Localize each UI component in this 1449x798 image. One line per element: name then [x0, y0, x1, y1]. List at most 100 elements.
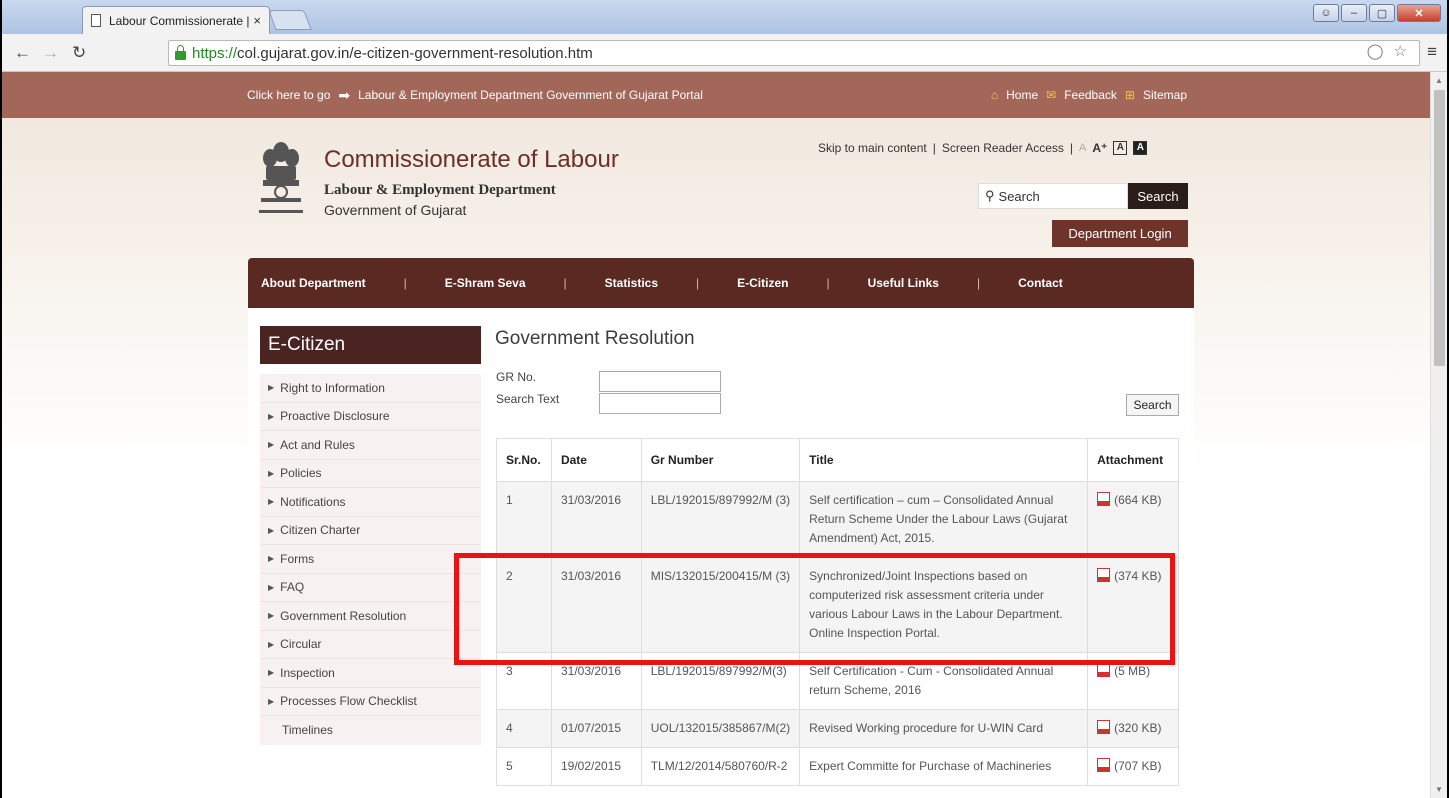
nav-e-citizen[interactable]: E-Citizen: [737, 276, 788, 290]
url-input[interactable]: https:// col.gujarat.gov.in/e-citizen-go…: [168, 40, 1420, 66]
triangle-right-icon: ▶: [268, 525, 275, 535]
font-large-button[interactable]: A⁺: [1092, 141, 1107, 155]
cell-attachment[interactable]: (707 KB): [1087, 747, 1179, 786]
sidebar-item-label: Forms: [280, 551, 315, 566]
search-icon: ⚲: [985, 188, 995, 203]
address-bar: ← → ↻ https:// col.gujarat.gov.in/e-citi…: [2, 34, 1447, 72]
pdf-icon[interactable]: [1097, 663, 1111, 677]
nav-e-shram-seva[interactable]: E-Shram Seva: [445, 276, 526, 290]
sidebar-item-timelines[interactable]: Timelines: [260, 716, 481, 745]
sidebar-item[interactable]: ▶ Citizen Charter: [260, 517, 481, 545]
contrast-normal-button[interactable]: A: [1113, 141, 1128, 155]
close-icon[interactable]: ×: [253, 13, 261, 28]
sidebar-item[interactable]: ▶ Circular: [260, 631, 481, 659]
sidebar-heading: E-Citizen: [260, 326, 481, 364]
cell-title: Revised Working procedure for U-WIN Card: [799, 709, 1089, 748]
sidebar-item-label: Processes Flow Checklist: [280, 694, 417, 709]
minimize-button[interactable]: –: [1341, 4, 1367, 22]
home-icon: ⌂: [990, 88, 999, 102]
attachment-size[interactable]: (5 MB): [1114, 664, 1150, 678]
screen-reader-link[interactable]: Screen Reader Access: [942, 141, 1064, 155]
sitemap-link[interactable]: Sitemap: [1143, 88, 1187, 102]
gr-search-button[interactable]: Search: [1126, 394, 1179, 416]
triangle-right-icon: ▶: [268, 582, 275, 592]
search-text-input[interactable]: [599, 393, 721, 414]
content-panel: E-Citizen ▶ Right to Information ▶ Proacti…: [248, 308, 1194, 798]
cell-attachment[interactable]: (320 KB): [1087, 709, 1179, 748]
site-title[interactable]: Commissionerate of Labour: [324, 146, 619, 174]
shield-icon[interactable]: ◯: [1367, 42, 1384, 60]
sidebar-item[interactable]: ▶ Processes Flow Checklist: [260, 688, 481, 716]
cell-srno: 3: [496, 652, 552, 710]
site-subtitle: Labour & Employment Department: [324, 182, 556, 198]
sidebar-item-label: Inspection: [280, 665, 335, 680]
contrast-high-button[interactable]: A: [1133, 141, 1148, 155]
pdf-icon[interactable]: [1097, 568, 1111, 582]
feedback-link[interactable]: Feedback: [1064, 88, 1117, 102]
forward-icon[interactable]: →: [42, 43, 59, 63]
skip-link[interactable]: Skip to main content: [818, 141, 927, 155]
maximize-button[interactable]: ▢: [1369, 4, 1395, 22]
sidebar-item[interactable]: ▶ FAQ: [260, 574, 481, 602]
sidebar-item[interactable]: ▶ Act and Rules: [260, 431, 481, 460]
window-close-button[interactable]: ✕: [1397, 4, 1441, 22]
screenshot-frame: Labour Commissionerate | × ☺ – ▢ ✕ ← → ↻…: [0, 0, 1449, 798]
cell-gr-number: MIS/132015/200415/M (3): [640, 557, 801, 653]
table-row: 3 31/03/2016 LBL/192015/897992/M(3) Self…: [496, 652, 1179, 710]
nav-useful-links[interactable]: Useful Links: [868, 276, 939, 290]
portal-link[interactable]: Labour & Employment Department Governmen…: [358, 88, 703, 102]
scroll-down-icon[interactable]: ▼: [1435, 785, 1443, 794]
cell-date: 31/03/2016: [550, 481, 642, 558]
search-input[interactable]: ⚲ Search: [978, 183, 1128, 209]
pdf-icon[interactable]: [1097, 492, 1111, 506]
browser-tab[interactable]: Labour Commissionerate | ×: [82, 6, 270, 34]
attachment-size[interactable]: (664 KB): [1114, 493, 1161, 507]
cell-attachment[interactable]: (5 MB): [1087, 652, 1179, 710]
attachment-size[interactable]: (320 KB): [1114, 721, 1161, 735]
sidebar-item[interactable]: ▶ Right to Information: [260, 374, 481, 403]
user-icon[interactable]: ☺: [1313, 4, 1339, 22]
attachment-size[interactable]: (374 KB): [1114, 569, 1161, 583]
pdf-icon[interactable]: [1097, 720, 1111, 734]
nav-about-department[interactable]: About Department: [261, 276, 366, 290]
cell-srno: 1: [496, 481, 552, 558]
menu-icon[interactable]: ≡: [1427, 42, 1437, 62]
page-scrollbar[interactable]: ▲ ▼: [1430, 72, 1447, 798]
sidebar-item[interactable]: ▶ Government Resolution: [260, 602, 481, 631]
col-header-srno: Sr.No.: [496, 438, 552, 482]
star-icon[interactable]: ☆: [1394, 42, 1407, 60]
separator: |: [1069, 141, 1074, 155]
goto-text: Click here to go: [247, 88, 331, 102]
nav-statistics[interactable]: Statistics: [605, 276, 658, 290]
search-button[interactable]: Search: [1128, 183, 1188, 209]
cell-date: 01/07/2015: [550, 709, 642, 748]
sidebar-item-label: Act and Rules: [280, 437, 355, 452]
attachment-size[interactable]: (707 KB): [1114, 759, 1161, 773]
sidebar-item[interactable]: ▶ Inspection: [260, 659, 481, 688]
sidebar-item[interactable]: ▶ Policies: [260, 460, 481, 488]
new-tab-button[interactable]: [268, 10, 312, 30]
back-icon[interactable]: ←: [14, 43, 31, 63]
department-login-button[interactable]: Department Login: [1052, 220, 1188, 247]
reload-icon[interactable]: ↻: [72, 43, 86, 63]
scroll-up-icon[interactable]: ▲: [1435, 76, 1443, 85]
sidebar-item-label: FAQ: [280, 580, 305, 595]
cell-attachment[interactable]: (374 KB): [1087, 557, 1179, 653]
cell-gr-number: LBL/192015/897992/M (3): [640, 481, 801, 558]
sidebar-item[interactable]: ▶ Proactive Disclosure: [260, 403, 481, 431]
col-header-attachment: Attachment: [1087, 438, 1179, 482]
sidebar-item[interactable]: ▶ Forms: [260, 545, 481, 574]
nav-separator: |: [403, 276, 407, 290]
col-header-gr-number: Gr Number: [640, 438, 801, 482]
cell-srno: 2: [496, 557, 552, 653]
scroll-thumb[interactable]: [1434, 90, 1445, 366]
pdf-icon[interactable]: [1097, 758, 1111, 772]
font-small-button[interactable]: A: [1079, 142, 1086, 154]
nav-contact[interactable]: Contact: [1018, 276, 1063, 290]
gr-no-input[interactable]: [599, 371, 721, 392]
home-link[interactable]: Home: [1006, 88, 1038, 102]
page-viewport: Click here to go ➡ Labour & Employment D…: [2, 72, 1432, 798]
cell-attachment[interactable]: (664 KB): [1087, 481, 1179, 558]
separator: |: [932, 141, 936, 155]
sidebar-item[interactable]: ▶ Notifications: [260, 488, 481, 517]
